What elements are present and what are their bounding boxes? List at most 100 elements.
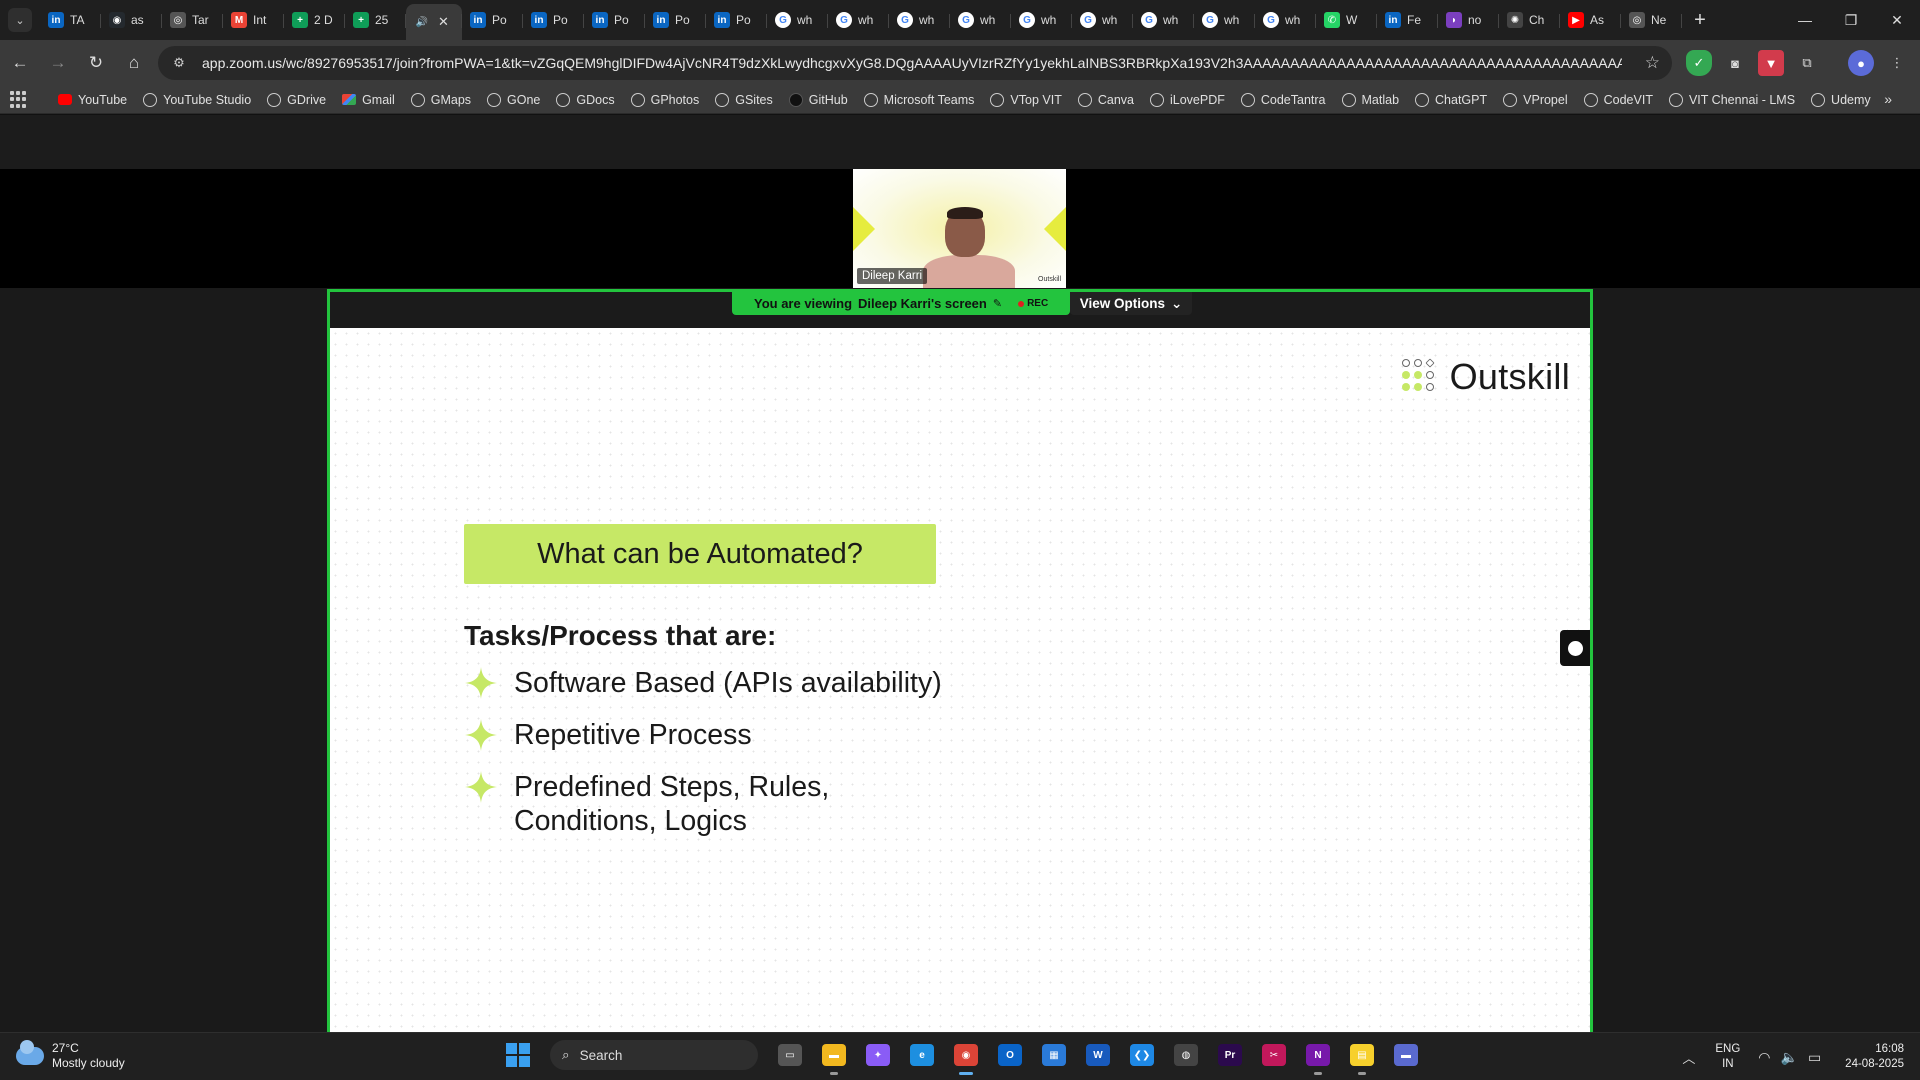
task-view-taskbar-button[interactable]: ▭: [772, 1037, 808, 1073]
bookmark-item[interactable]: GPhotos: [623, 86, 708, 114]
input-language[interactable]: ENG IN: [1715, 1042, 1740, 1072]
bookmark-item[interactable]: GitHub: [781, 86, 856, 114]
browser-tab[interactable]: in Fe: [1377, 4, 1438, 36]
bookmark-item[interactable]: YouTube Studio: [135, 86, 259, 114]
browser-tab[interactable]: ◎ Tar: [162, 4, 223, 36]
start-button[interactable]: [500, 1037, 536, 1073]
clock[interactable]: 16:08 24-08-2025: [1845, 1042, 1904, 1072]
snipping-tool-taskbar-button[interactable]: ✂: [1256, 1037, 1292, 1073]
more-bookmarks-icon[interactable]: »: [1884, 91, 1892, 107]
browser-tab[interactable]: in TA: [40, 4, 101, 36]
browser-tab[interactable]: Gwh: [828, 4, 889, 36]
reload-button[interactable]: ↻: [78, 45, 114, 81]
browser-tab[interactable]: ✺ Ch: [1499, 4, 1560, 36]
browser-tab[interactable]: in Po: [645, 4, 706, 36]
bookmark-item[interactable]: GDrive: [259, 86, 334, 114]
browser-tab[interactable]: ◗ no: [1438, 4, 1499, 36]
browser-tab[interactable]: Gwh: [889, 4, 950, 36]
premiere-taskbar-button[interactable]: Pr: [1212, 1037, 1248, 1073]
bookmark-item[interactable]: Matlab: [1334, 86, 1408, 114]
browser-tab[interactable]: in Po: [706, 4, 767, 36]
chrome-taskbar-button[interactable]: ◉: [948, 1037, 984, 1075]
close-tab-icon[interactable]: ✕: [438, 14, 449, 30]
sticky-notes-taskbar-button[interactable]: ▤: [1344, 1037, 1380, 1075]
zoom-app-taskbar-button[interactable]: ▬: [1388, 1037, 1424, 1073]
pocket-extension-icon[interactable]: ▼: [1758, 50, 1784, 76]
bookmark-item[interactable]: VIT Chennai - LMS: [1661, 86, 1803, 114]
forward-button[interactable]: →: [40, 45, 76, 81]
edge-taskbar-button[interactable]: e: [904, 1037, 940, 1073]
browser-tab[interactable]: Gwh: [1133, 4, 1194, 36]
bookmark-item[interactable]: VPropel: [1495, 86, 1575, 114]
vscode-taskbar-button[interactable]: ❮❯: [1124, 1037, 1160, 1073]
copilot-taskbar-button[interactable]: ✦: [860, 1037, 896, 1073]
feedback-side-tab[interactable]: [1560, 630, 1590, 666]
view-options-button[interactable]: View Options ⌄: [1070, 292, 1192, 315]
file-explorer-taskbar-button[interactable]: ▬: [816, 1037, 852, 1075]
obs-taskbar-button[interactable]: ◍: [1168, 1037, 1204, 1073]
camera-extension-icon[interactable]: ◙: [1722, 50, 1748, 76]
apps-grid-icon[interactable]: [10, 90, 28, 109]
bookmark-item[interactable]: GOne: [479, 86, 548, 114]
volume-icon[interactable]: 🔈: [1781, 1049, 1798, 1066]
browser-tab[interactable]: ▶ As: [1560, 4, 1621, 36]
bookmark-item[interactable]: Canva: [1070, 86, 1142, 114]
minimize-button[interactable]: —: [1782, 0, 1828, 40]
url-text[interactable]: app.zoom.us/wc/89276953517/join?fromPWA=…: [202, 55, 1622, 71]
annotate-pen-icon[interactable]: ✎: [993, 297, 1002, 310]
close-window-button[interactable]: ✕: [1874, 0, 1920, 40]
restore-button[interactable]: ❐: [1828, 0, 1874, 40]
extensions-puzzle-icon[interactable]: ⧉: [1794, 50, 1820, 76]
browser-tab[interactable]: 🔊 ✕: [406, 4, 462, 40]
word-taskbar-button[interactable]: W: [1080, 1037, 1116, 1073]
browser-tab[interactable]: ✆ W: [1316, 4, 1377, 36]
tab-search-chevron-icon[interactable]: ⌄: [8, 8, 32, 32]
browser-tab[interactable]: in Po: [584, 4, 645, 36]
browser-tab[interactable]: Gwh: [950, 4, 1011, 36]
taskbar-search[interactable]: ⌕ Search: [550, 1040, 758, 1070]
bookmark-item[interactable]: ChatGPT: [1407, 86, 1495, 114]
bookmark-item[interactable]: CodeVIT: [1576, 86, 1661, 114]
browser-tab[interactable]: Gwh: [767, 4, 828, 36]
browser-tab[interactable]: ◎ Ne: [1621, 4, 1682, 36]
browser-tab[interactable]: +2 D: [284, 4, 345, 36]
show-hidden-icons-chevron[interactable]: ︿: [1682, 1048, 1695, 1067]
browser-menu-icon[interactable]: ⋮: [1884, 50, 1910, 76]
bookmark-item[interactable]: Microsoft Teams: [856, 86, 983, 114]
wifi-icon[interactable]: ◠: [1758, 1049, 1770, 1066]
bookmark-item[interactable]: Udemy: [1803, 86, 1879, 114]
bookmark-item[interactable]: CodeTantra: [1233, 86, 1334, 114]
browser-tab[interactable]: M Int: [223, 4, 284, 36]
browser-tab[interactable]: Gwh: [1194, 4, 1255, 36]
browser-tab[interactable]: in Po: [523, 4, 584, 36]
back-button[interactable]: ←: [2, 45, 38, 81]
browser-tab[interactable]: in Po: [462, 4, 523, 36]
participant-video-tile[interactable]: Dileep Karri Outskill: [853, 169, 1066, 288]
shield-extension-icon[interactable]: ✓: [1686, 50, 1712, 76]
browser-tab[interactable]: Gwh: [1072, 4, 1133, 36]
address-bar[interactable]: ⚙ app.zoom.us/wc/89276953517/join?fromPW…: [158, 46, 1672, 80]
browser-tab[interactable]: ◉ as: [101, 4, 162, 36]
bookmark-item[interactable]: GSites: [707, 86, 781, 114]
bookmark-item[interactable]: Gmail: [334, 86, 403, 114]
bookmark-star-icon[interactable]: ☆: [1645, 53, 1660, 73]
bookmark-item[interactable]: GMaps: [403, 86, 479, 114]
outlook-taskbar-button[interactable]: O: [992, 1037, 1028, 1073]
site-info-icon[interactable]: ⚙: [166, 55, 192, 71]
store-taskbar-button[interactable]: ▦: [1036, 1037, 1072, 1073]
bookmark-item[interactable]: YouTube: [50, 86, 135, 114]
home-button[interactable]: ⌂: [116, 45, 152, 81]
bookmark-item[interactable]: VTop VIT: [982, 86, 1069, 114]
new-tab-button[interactable]: +: [1686, 6, 1714, 34]
browser-tab[interactable]: +25: [345, 4, 406, 36]
browser-tab[interactable]: Gwh: [1011, 4, 1072, 36]
slide-bullet-text: Predefined Steps, Rules, Conditions, Log…: [514, 771, 830, 837]
browser-tab[interactable]: Gwh: [1255, 4, 1316, 36]
bookmark-item[interactable]: GDocs: [548, 86, 622, 114]
taskbar-center: ⌕ Search ▭ ▬ ✦ e ◉ O ▦ W ❮❯ ◍ Pr ✂ N ▤ ▬: [500, 1037, 1424, 1075]
profile-avatar[interactable]: ●: [1848, 50, 1874, 76]
weather-widget[interactable]: 27°C Mostly cloudy: [16, 1040, 125, 1071]
bookmark-item[interactable]: iLovePDF: [1142, 86, 1233, 114]
battery-icon[interactable]: ▭: [1808, 1049, 1821, 1066]
onenote-taskbar-button[interactable]: N: [1300, 1037, 1336, 1075]
